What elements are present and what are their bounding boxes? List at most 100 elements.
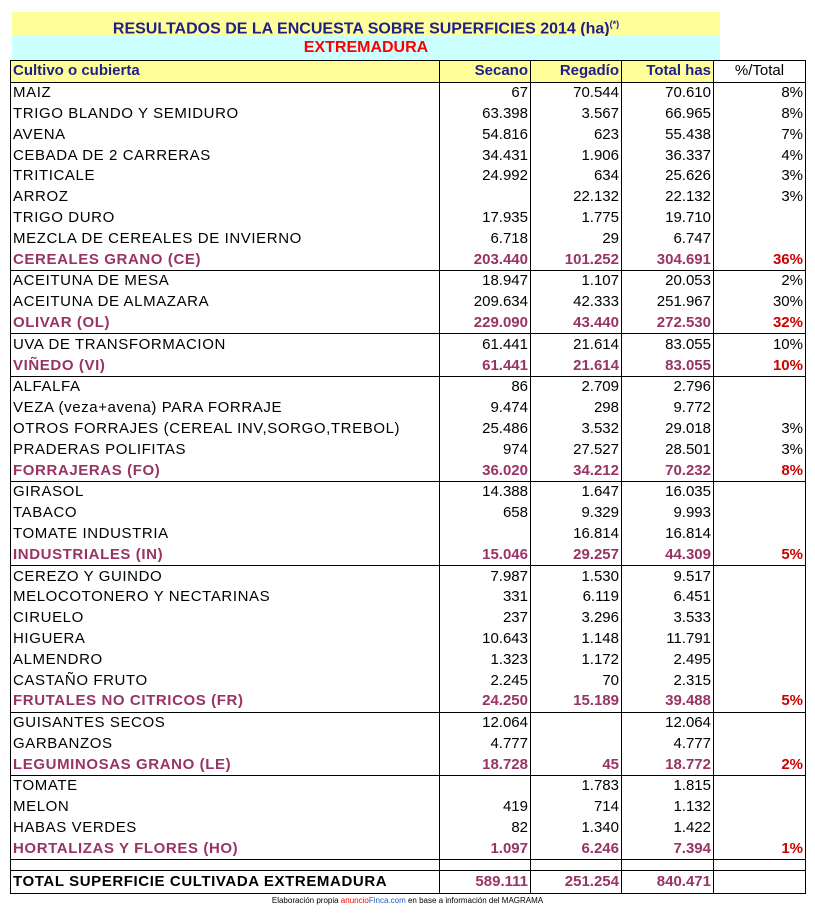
table-row: MELON 419 714 1.132	[10, 796, 806, 818]
cell-regadio: 298	[530, 397, 622, 419]
table-row: CASTAÑO FRUTO 2.245 70 2.315	[10, 670, 806, 691]
cell-pct	[713, 207, 806, 229]
subtotal-row: FRUTALES NO CITRICOS (FR) 24.250 15.189 39.…	[10, 690, 806, 713]
cell-total: 55.438	[621, 124, 714, 146]
cell-regadio: 1.783	[530, 775, 622, 797]
cell-secano: 7.987	[439, 565, 531, 587]
cell-secano: 2.245	[439, 670, 531, 691]
cell-pct: 30%	[713, 291, 806, 313]
cell-name: ALMENDRO	[10, 649, 440, 671]
cell-secano: 4.777	[439, 733, 531, 755]
cell-name: CIRUELO	[10, 607, 440, 629]
cell-pct: 8%	[713, 460, 806, 482]
cell-secano: 61.441	[439, 333, 531, 356]
cell-regadio: 3.532	[530, 418, 622, 440]
table-row: TABACO 658 9.329 9.993	[10, 502, 806, 524]
cell-secano: 67	[439, 82, 531, 104]
cell-pct: 5%	[713, 690, 806, 713]
cell-regadio: 29.257	[530, 544, 622, 567]
cell-pct	[713, 565, 806, 587]
cell-regadio	[530, 733, 622, 755]
cell-total: 1.132	[621, 796, 714, 818]
total-name: TOTAL SUPERFICIE CULTIVADA EXTREMADURA	[10, 870, 440, 895]
cell-regadio: 6.119	[530, 586, 622, 608]
cell-total: 4.777	[621, 733, 714, 755]
cell-regadio: 1.775	[530, 207, 622, 229]
cell-pct: 4%	[713, 145, 806, 166]
cell-regadio: 21.614	[530, 355, 622, 377]
cell-total: 18.772	[621, 754, 714, 777]
header-crop: Cultivo o cubierta	[10, 60, 440, 83]
cell-pct: 7%	[713, 124, 806, 146]
cell-secano: 14.388	[439, 481, 531, 503]
cell-secano	[439, 186, 531, 208]
cell-name: CASTAÑO FRUTO	[10, 670, 440, 691]
cell-regadio: 16.814	[530, 523, 622, 545]
cell-pct: 3%	[713, 418, 806, 440]
cell-total: 272.530	[621, 312, 714, 335]
cell-pct	[713, 775, 806, 797]
cell-name: ACEITUNA DE MESA	[10, 270, 440, 292]
cell-total: 39.488	[621, 690, 714, 713]
cell-name: MELON	[10, 796, 440, 818]
table-row: OTROS FORRAJES (CEREAL INV,SORGO,TREBOL)…	[10, 418, 806, 440]
cell-total: 2.315	[621, 670, 714, 691]
table-row: ALFALFA 86 2.709 2.796	[10, 376, 806, 398]
table-row: TRITICALE 24.992 634 25.626 3%	[10, 165, 806, 187]
cell-total: 20.053	[621, 270, 714, 292]
cell-name: TRIGO BLANDO Y SEMIDURO	[10, 103, 440, 125]
spacer-cell	[530, 859, 622, 871]
cell-total: 83.055	[621, 355, 714, 377]
cell-name: GUISANTES SECOS	[10, 712, 440, 734]
cell-regadio: 101.252	[530, 249, 622, 271]
cell-regadio: 3.296	[530, 607, 622, 629]
spacer-cell	[621, 859, 714, 871]
cell-pct: 32%	[713, 312, 806, 335]
cell-name: TRIGO DURO	[10, 207, 440, 229]
cell-total: 6.747	[621, 228, 714, 250]
cell-secano: 6.718	[439, 228, 531, 250]
table-row: UVA DE TRANSFORMACION 61.441 21.614 83.055 1…	[10, 333, 806, 356]
cell-name: TOMATE INDUSTRIA	[10, 523, 440, 545]
cell-total: 16.814	[621, 523, 714, 545]
cell-regadio: 1.107	[530, 270, 622, 292]
cell-name: OLIVAR (OL)	[10, 312, 440, 335]
cell-secano: 974	[439, 439, 531, 461]
spacer-cell	[439, 859, 531, 871]
header-total: Total has	[621, 60, 714, 83]
cell-name: VEZA (veza+avena) PARA FORRAJE	[10, 397, 440, 419]
table-row: AVENA 54.816 623 55.438 7%	[10, 124, 806, 146]
cell-regadio: 1.172	[530, 649, 622, 671]
cell-total: 83.055	[621, 333, 714, 356]
report-title-text: RESULTADOS DE LA ENCUESTA SOBRE SUPERFIC…	[112, 20, 610, 38]
title-note: (*)	[609, 19, 620, 29]
cell-secano: 82	[439, 817, 531, 839]
cell-regadio: 714	[530, 796, 622, 818]
cell-secano: 229.090	[439, 312, 531, 335]
cell-total: 70.232	[621, 460, 714, 482]
cell-secano: 24.250	[439, 690, 531, 713]
table-row: GARBANZOS 4.777 4.777	[10, 733, 806, 755]
cell-name: TRITICALE	[10, 165, 440, 187]
table-row: TOMATE INDUSTRIA 16.814 16.814	[10, 523, 806, 545]
cell-pct: 8%	[713, 103, 806, 125]
table-row: HIGUERA 10.643 1.148 11.791	[10, 628, 806, 650]
subtotal-row: VIÑEDO (VI) 61.441 21.614 83.055 10%	[10, 355, 806, 377]
header-regadio: Regadío	[530, 60, 622, 83]
cell-name: GIRASOL	[10, 481, 440, 503]
cell-total: 304.691	[621, 249, 714, 271]
table-row: ACEITUNA DE MESA 18.947 1.107 20.053 2%	[10, 270, 806, 292]
cell-regadio: 1.530	[530, 565, 622, 587]
cell-pct	[713, 628, 806, 650]
cell-total: 12.064	[621, 712, 714, 734]
cell-pct: 3%	[713, 186, 806, 208]
cell-total: 11.791	[621, 628, 714, 650]
cell-name: TOMATE	[10, 775, 440, 797]
cell-pct: 3%	[713, 165, 806, 187]
cell-pct	[713, 397, 806, 419]
cell-total: 3.533	[621, 607, 714, 629]
cell-total: 25.626	[621, 165, 714, 187]
cell-secano: 15.046	[439, 544, 531, 567]
table-row: ACEITUNA DE ALMAZARA 209.634 42.333 251.967…	[10, 291, 806, 313]
cell-total: 2.796	[621, 376, 714, 398]
